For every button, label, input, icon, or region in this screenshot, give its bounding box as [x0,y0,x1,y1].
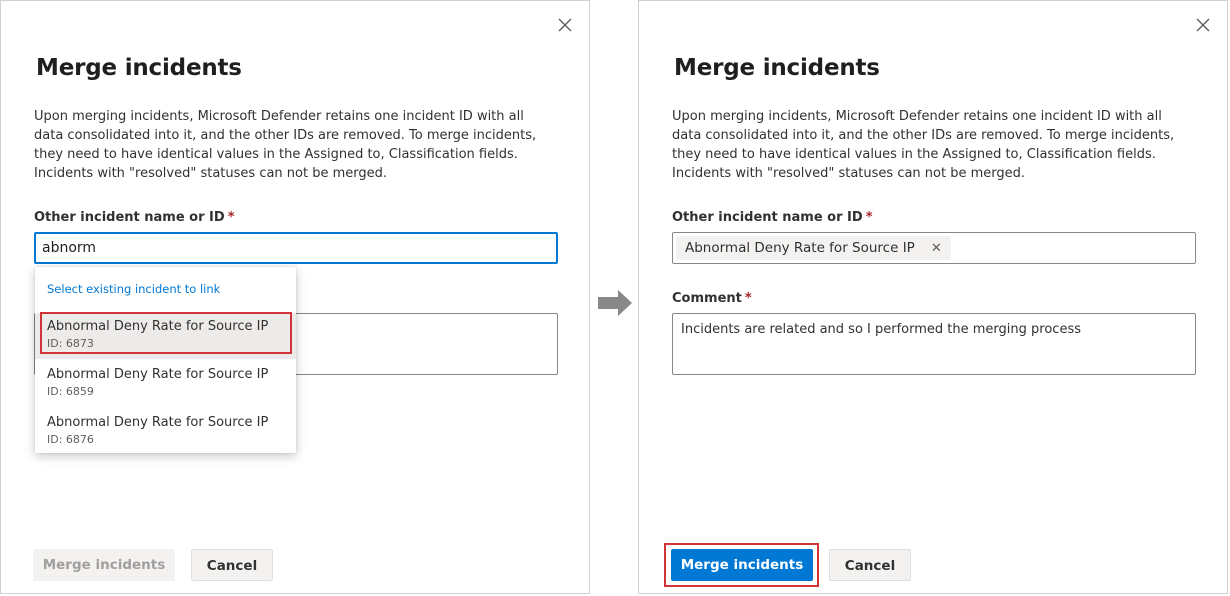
comment-label-text: Comment [672,291,742,306]
close-icon[interactable] [1193,15,1213,35]
dropdown-header: Select existing incident to link [47,282,221,296]
suggestion-item[interactable]: Abnormal Deny Rate for Source IP ID: 687… [35,313,296,359]
incident-picker-input[interactable]: Abnormal Deny Rate for Source IP ✕ [672,232,1196,264]
incident-search-input[interactable]: abnorm [34,232,558,264]
merge-dialog-before: Merge incidents Upon merging incidents, … [0,0,590,594]
comment-value: Incidents are related and so I performed… [681,322,1081,337]
suggestion-name: Abnormal Deny Rate for Source IP [47,367,269,382]
incident-label-text: Other incident name or ID [34,210,225,225]
required-marker: * [744,291,752,306]
dialog-title: Merge incidents [36,55,242,81]
suggestion-id: ID: 6859 [47,385,94,398]
dialog-title: Merge incidents [674,55,880,81]
suggestion-item[interactable]: Abnormal Deny Rate for Source IP ID: 685… [35,361,296,407]
suggestion-id: ID: 6876 [47,433,94,446]
incident-search-value: abnorm [42,240,97,256]
close-icon[interactable] [555,15,575,35]
suggestion-item[interactable]: Abnormal Deny Rate for Source IP ID: 687… [35,409,296,455]
arrow-right-icon [598,290,632,316]
required-marker: * [227,210,235,225]
dialog-description: Upon merging incidents, Microsoft Defend… [34,109,537,181]
comment-textarea[interactable]: Incidents are related and so I performed… [672,313,1196,375]
merge-dialog-after: Merge incidents Upon merging incidents, … [638,0,1228,594]
suggestion-name: Abnormal Deny Rate for Source IP [47,415,269,430]
cancel-button[interactable]: Cancel [829,549,911,581]
required-marker: * [865,210,873,225]
incident-field-label: Other incident name or ID * [34,210,235,225]
close-icon[interactable]: ✕ [931,237,942,261]
merge-incidents-button[interactable]: Merge incidents [33,549,175,581]
comment-field-label: Comment * [672,291,752,306]
incident-suggestions-dropdown: Select existing incident to link Abnorma… [35,267,296,453]
suggestion-name: Abnormal Deny Rate for Source IP [47,319,269,334]
selected-incident-tag: Abnormal Deny Rate for Source IP ✕ [676,236,951,260]
cancel-button[interactable]: Cancel [191,549,273,581]
incident-field-label: Other incident name or ID * [672,210,873,225]
selected-incident-name: Abnormal Deny Rate for Source IP [685,240,915,256]
incident-label-text: Other incident name or ID [672,210,863,225]
merge-incidents-button[interactable]: Merge incidents [671,549,813,581]
dialog-description: Upon merging incidents, Microsoft Defend… [672,109,1175,181]
suggestion-id: ID: 6873 [47,337,94,350]
